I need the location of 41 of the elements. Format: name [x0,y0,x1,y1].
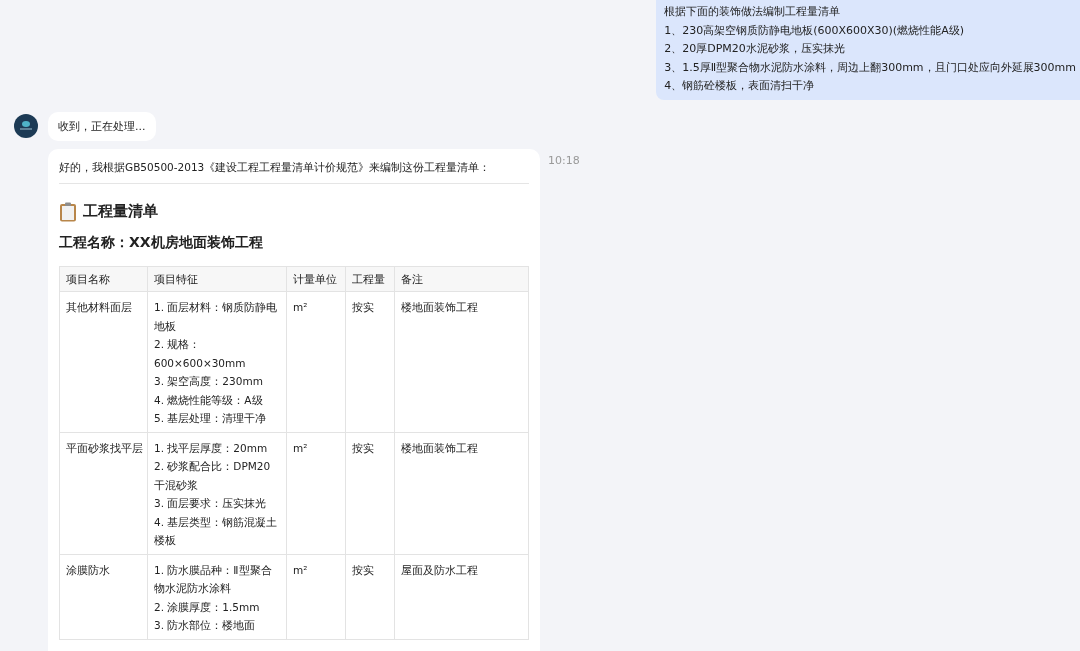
message-line: 2、20厚DPM20水泥砂浆，压实抹光 [664,41,846,57]
feature-line: 4. 燃烧性能等级：A级 [154,392,264,408]
feature-line: 1. 找平层厚度：20mm [154,440,269,456]
feature-line: 2. 涂膜厚度：1.5mm [154,599,261,615]
message-line: 3、1.5厚Ⅱ型聚合物水泥防水涂料，周边上翻300mm，且门口处应向外延展300mm [664,59,1076,76]
feature-line: 2. 砂浆配合比：DPM20干混砂浆 [154,459,272,493]
column-header: 备注 [394,266,529,292]
status-message: 收到，正在处理... [48,111,156,141]
table-cell: 按实 [345,432,395,554]
message-line: 1、230高架空钢质防静电地板(600X600X30)(燃烧性能A级) [664,22,965,39]
project-title: 工程名称：XX机房地面装饰工程 [59,233,264,252]
feature-line: 1. 面层材料：钢质防静电地板 [154,300,279,334]
column-header: 项目特征 [147,266,287,292]
feature-line: 2. 规格：600×600×30mm [154,337,247,371]
table-cell: m² [286,291,346,432]
table-cell: 其他材料面层 [59,291,148,432]
message-line: 4、钢筋砼楼板，表面清扫干净 [664,78,816,94]
feature-line: 3. 面层要求：压实抹光 [154,496,268,511]
table-cell: 涂膜防水 [59,554,148,639]
feature-line: 3. 架空高度：230mm [154,374,264,389]
column-header: 计量单位 [286,266,346,292]
column-header: 项目名称 [59,266,148,292]
table-cell: m² [286,432,346,554]
feature-line: 3. 防水部位：楼地面 [154,618,257,633]
table-cell: m² [286,554,346,639]
section-heading: 工程量清单 [83,202,158,221]
table-cell: 按实 [345,554,395,639]
table-cell: 平面砂浆找平层 [59,432,148,554]
message-time: 10:18 [548,153,580,167]
feature-line: 5. 基层处理：清理干净 [154,411,268,426]
column-header: 工程量 [345,266,395,292]
table-cell: 楼地面装饰工程 [394,432,529,554]
clipboard-icon [59,201,77,222]
table-cell: 屋面及防水工程 [394,554,529,639]
feature-line: 4. 基层类型：钢筋混凝土楼板 [154,514,279,548]
feature-line: 1. 防水膜品种：Ⅱ型聚合物水泥防水涂料 [154,562,273,596]
message-line: 根据下面的装饰做法编制工程量清单 [664,4,842,20]
table-cell: 按实 [345,291,395,432]
bot-avatar-icon [14,113,38,138]
table-cell: 楼地面装饰工程 [394,291,529,432]
intro-text: 好的，我根据GB50500-2013《建设工程工程量清单计价规范》来编制这份工程量清单： [59,158,529,184]
